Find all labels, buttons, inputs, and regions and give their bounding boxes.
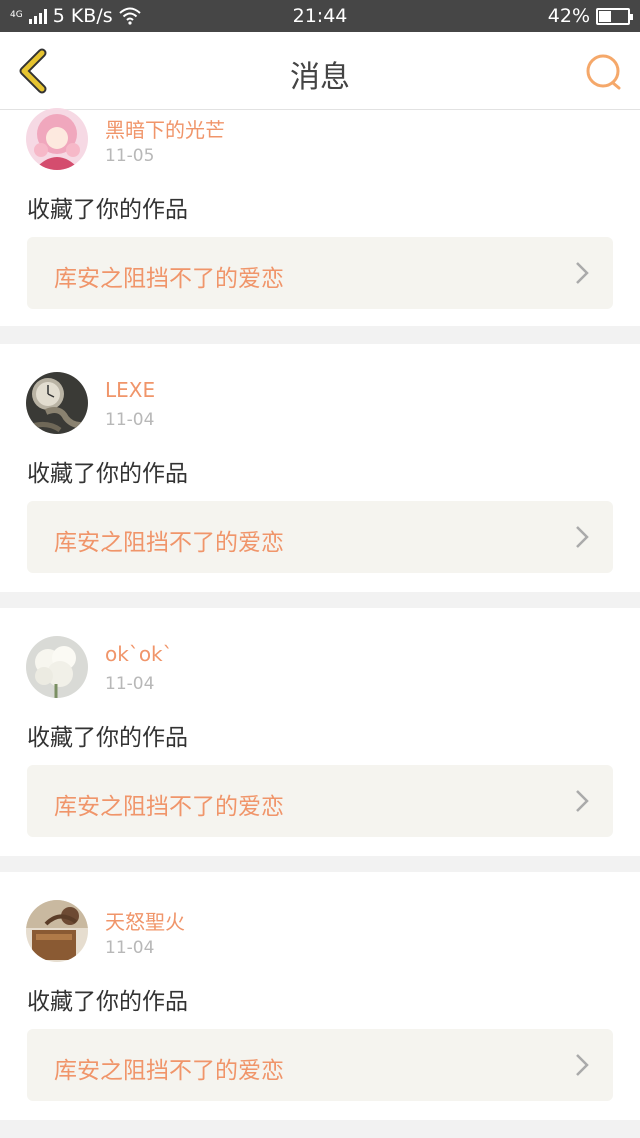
battery-icon	[596, 7, 633, 25]
message-date: 11-04	[105, 938, 155, 958]
username[interactable]: LEXE	[105, 378, 155, 402]
battery-percent: 42%	[547, 5, 590, 27]
message-card: LEXE 11-04 收藏了你的作品 库安之阻挡不了的爱恋	[0, 344, 640, 592]
page-title: 消息	[290, 60, 350, 95]
chevron-right-icon	[576, 262, 589, 284]
network-speed: 5 KB/s	[52, 5, 113, 27]
action-text: 收藏了你的作品	[27, 725, 188, 751]
work-title: 库安之阻挡不了的爱恋	[54, 266, 284, 292]
work-title: 库安之阻挡不了的爱恋	[54, 1058, 284, 1084]
action-text: 收藏了你的作品	[27, 989, 188, 1015]
network-type: 4G	[10, 10, 23, 20]
search-icon	[586, 54, 621, 90]
work-link[interactable]: 库安之阻挡不了的爱恋	[27, 765, 613, 837]
message-date: 11-05	[105, 146, 155, 166]
work-title: 库安之阻挡不了的爱恋	[54, 530, 284, 556]
chevron-right-icon	[576, 790, 589, 812]
message-date: 11-04	[105, 410, 155, 430]
signal-icon	[28, 8, 47, 24]
username[interactable]: ok`ok`	[105, 642, 173, 666]
message-card: 天怒聖火 11-04 收藏了你的作品 库安之阻挡不了的爱恋	[0, 872, 640, 1120]
username[interactable]: 黑暗下的光芒	[105, 114, 225, 143]
action-text: 收藏了你的作品	[27, 197, 188, 223]
avatar[interactable]	[26, 900, 88, 962]
work-link[interactable]: 库安之阻挡不了的爱恋	[27, 501, 613, 573]
chevron-right-icon	[576, 526, 589, 548]
chevron-right-icon	[576, 1054, 589, 1076]
avatar[interactable]	[26, 108, 88, 170]
status-bar: 4G 5 KB/s 21:44 42%	[0, 0, 640, 32]
username[interactable]: 天怒聖火	[105, 906, 185, 935]
action-text: 收藏了你的作品	[27, 461, 188, 487]
avatar[interactable]	[26, 372, 88, 434]
search-button[interactable]	[584, 52, 624, 92]
message-date: 11-04	[105, 674, 155, 694]
avatar[interactable]	[26, 636, 88, 698]
work-link[interactable]: 库安之阻挡不了的爱恋	[27, 237, 613, 309]
work-title: 库安之阻挡不了的爱恋	[54, 794, 284, 820]
work-link[interactable]: 库安之阻挡不了的爱恋	[27, 1029, 613, 1101]
wifi-icon	[118, 7, 141, 25]
message-card: ok`ok` 11-04 收藏了你的作品 库安之阻挡不了的爱恋	[0, 608, 640, 856]
message-card: 黑暗下的光芒 11-05 收藏了你的作品 库安之阻挡不了的爱恋	[0, 108, 640, 326]
nav-bar: 消息	[0, 32, 640, 110]
